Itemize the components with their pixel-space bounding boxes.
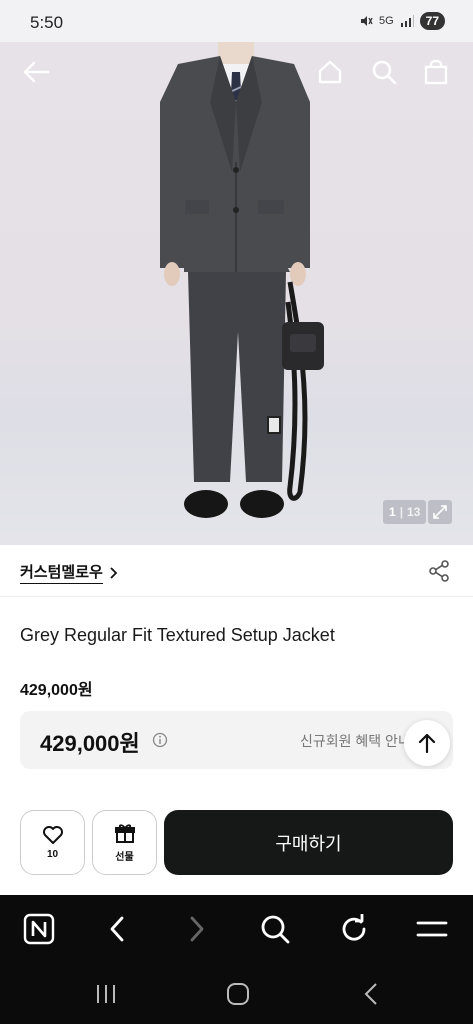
product-image[interactable]: 1 | 13 xyxy=(0,42,473,545)
back-arrow-icon[interactable] xyxy=(20,56,52,88)
signal-icon xyxy=(400,15,414,27)
like-button[interactable]: 10 xyxy=(20,810,85,875)
status-time: 5:50 xyxy=(30,13,64,32)
gift-label: 선물 xyxy=(115,852,134,863)
product-title: Grey Regular Fit Textured Setup Jacket xyxy=(20,625,335,645)
product-price: 429,000원 xyxy=(20,682,93,699)
home-icon[interactable] xyxy=(314,56,346,88)
back-icon[interactable] xyxy=(357,980,385,1008)
brand-row: 커스텀멜로우 xyxy=(0,545,473,597)
price-box: 429,000원 신규회원 혜택 안내 xyxy=(20,711,453,769)
scroll-top-button[interactable] xyxy=(404,720,450,766)
status-bar: 5:50 5G 77 xyxy=(0,0,473,42)
back-icon[interactable] xyxy=(101,913,133,945)
refresh-icon[interactable] xyxy=(338,913,370,945)
chevron-right-icon xyxy=(110,566,117,579)
buy-button[interactable]: 구매하기 xyxy=(164,810,453,875)
image-counter: 1 | 13 xyxy=(383,500,427,524)
info-icon[interactable] xyxy=(152,732,168,748)
benefit-link[interactable]: 신규회원 혜택 안내 xyxy=(300,731,411,751)
shopping-bag-icon[interactable] xyxy=(420,56,452,88)
forward-icon[interactable] xyxy=(181,913,213,945)
network-label: 5G xyxy=(378,15,394,27)
battery-badge: 77 xyxy=(419,12,445,30)
menu-icon[interactable] xyxy=(416,913,448,945)
status-icons: 5G 77 xyxy=(359,12,445,30)
brand-link[interactable]: 커스텀멜로우 xyxy=(20,561,117,584)
naver-icon[interactable] xyxy=(23,913,55,945)
recent-apps-icon[interactable] xyxy=(92,980,120,1008)
expand-icon[interactable] xyxy=(428,500,452,524)
brand-name: 커스텀멜로우 xyxy=(20,561,103,584)
image-counter-total: 13 xyxy=(407,505,421,519)
system-navigation-bar xyxy=(0,963,473,1024)
gift-button[interactable]: 선물 xyxy=(92,810,157,875)
mute-icon xyxy=(360,16,373,26)
gift-icon xyxy=(114,824,135,843)
like-count: 10 xyxy=(46,849,59,860)
image-counter-current: 1 xyxy=(389,505,396,519)
model-photo xyxy=(160,42,324,518)
final-price: 429,000원 xyxy=(40,731,140,756)
search-icon[interactable] xyxy=(259,913,291,945)
home-icon[interactable] xyxy=(224,980,252,1008)
share-icon[interactable] xyxy=(427,559,451,583)
image-counter-separator: | xyxy=(399,505,404,519)
heart-icon xyxy=(42,826,63,844)
browser-toolbar xyxy=(0,895,473,963)
arrow-up-icon xyxy=(418,733,436,753)
search-icon[interactable] xyxy=(368,56,400,88)
